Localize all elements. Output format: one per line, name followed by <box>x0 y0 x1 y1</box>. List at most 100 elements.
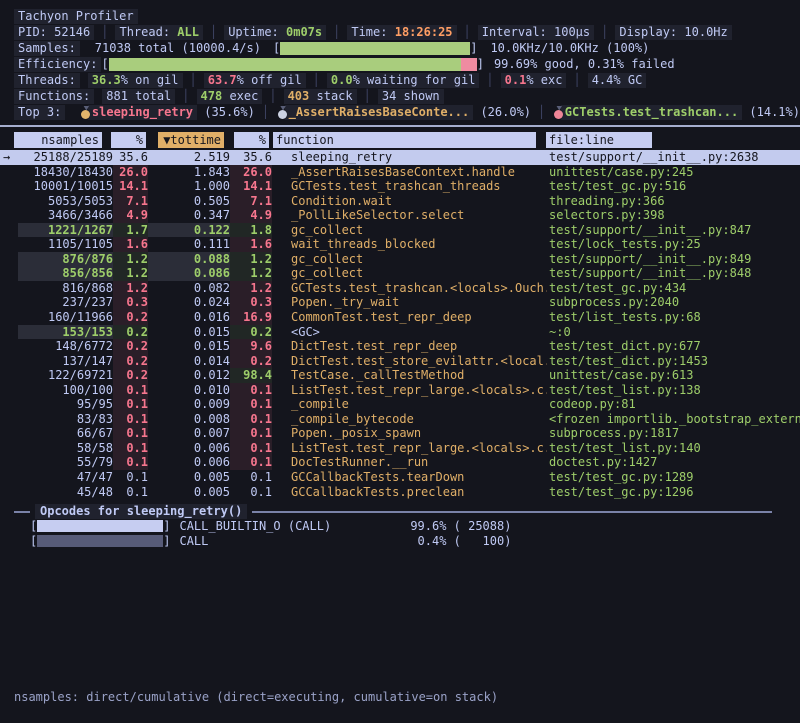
efficiency-bar-failed-fill <box>461 58 477 71</box>
cell-cumulative-percent: 0.2 <box>230 354 272 369</box>
cell-file-line: test/test_list.py:140 <box>549 441 800 456</box>
cell-direct-percent: 1.2 <box>113 266 148 281</box>
table-row[interactable]: 5053/50537.10.5057.1Condition.waitthread… <box>0 194 800 209</box>
selected-row-marker <box>0 252 18 267</box>
cell-tottime: 0.008 <box>148 412 230 427</box>
opcode-row: []CALL 0.4% ( 100) <box>0 534 800 549</box>
table-row[interactable]: 876/8761.20.0881.2gc_collecttest/support… <box>0 252 800 267</box>
table-row[interactable]: 18430/1843026.01.84326.0_AssertRaisesBas… <box>0 165 800 180</box>
selected-row-marker <box>0 194 18 209</box>
cell-nsamples: 47/47 <box>18 470 113 485</box>
cell-tottime: 0.014 <box>148 354 230 369</box>
cell-cumulative-percent: 26.0 <box>230 165 272 180</box>
selected-row-marker <box>0 383 18 398</box>
cell-cumulative-percent: 1.8 <box>230 223 272 238</box>
cell-nsamples: 816/868 <box>18 281 113 296</box>
cell-cumulative-percent: 0.3 <box>230 295 272 310</box>
selected-row-marker <box>0 223 18 238</box>
selected-row-marker <box>0 281 18 296</box>
cell-file-line: test/test_dict.py:1453 <box>549 354 800 369</box>
table-row[interactable]: 160/119660.20.01616.9CommonTest.test_rep… <box>0 310 800 325</box>
cell-direct-percent: 0.1 <box>113 441 148 456</box>
opcodes-list: []CALL_BUILTIN_O (CALL)99.6% ( 25088)[]C… <box>0 519 800 549</box>
selected-row-marker <box>0 470 18 485</box>
table-row[interactable]: 237/2370.30.0240.3Popen._try_waitsubproc… <box>0 295 800 310</box>
functions-line: Functions: 881 total│478 exec│403 stack│… <box>0 88 800 104</box>
table-row[interactable]: 83/830.10.0080.1_compile_bytecode<frozen… <box>0 412 800 427</box>
table-row[interactable]: 10001/1001514.11.00014.1GCTests.test_tra… <box>0 179 800 194</box>
cell-nsamples: 100/100 <box>18 383 113 398</box>
efficiency-bar <box>109 58 477 71</box>
table-row[interactable]: 55/790.10.0060.1DocTestRunner.__rundocte… <box>0 455 800 470</box>
cell-direct-percent: 0.2 <box>113 368 148 383</box>
cell-nsamples: 55/79 <box>18 455 113 470</box>
table-row[interactable]: 3466/34664.90.3474.9_PollLikeSelector.se… <box>0 208 800 223</box>
selected-row-marker <box>0 179 18 194</box>
cell-file-line: test/support/__init__.py:848 <box>549 266 800 281</box>
cell-function: gc_collect <box>291 252 547 267</box>
table-row[interactable]: 856/8561.20.0861.2gc_collecttest/support… <box>0 266 800 281</box>
cell-tottime: 0.015 <box>148 325 230 340</box>
table-row[interactable]: 137/1470.20.0140.2DictTest.test_store_ev… <box>0 354 800 369</box>
thread-stat: 36.3% on gil <box>88 73 183 88</box>
cell-tottime: 0.007 <box>148 426 230 441</box>
table-row[interactable]: 58/580.10.0060.1ListTest.test_repr_large… <box>0 441 800 456</box>
cell-tottime: 0.111 <box>148 237 230 252</box>
cell-tottime: 0.015 <box>148 339 230 354</box>
cell-nsamples: 1221/1267 <box>18 223 113 238</box>
top3-function-name: _AssertRaisesBaseConte... <box>285 105 474 120</box>
column-header-function[interactable]: function <box>273 132 536 148</box>
cell-tottime: 0.009 <box>148 397 230 412</box>
cell-nsamples: 58/58 <box>18 441 113 456</box>
table-row[interactable]: 816/8681.20.0821.2GCTests.test_trashcan.… <box>0 281 800 296</box>
selected-row-marker <box>0 354 18 369</box>
cell-nsamples: 83/83 <box>18 412 113 427</box>
column-header-%[interactable]: % <box>111 132 146 148</box>
cell-cumulative-percent: 9.6 <box>230 339 272 354</box>
cell-function: CommonTest.test_repr_deep <box>291 310 547 325</box>
cell-file-line: test/support/__init__.py:847 <box>549 223 800 238</box>
stat-label: Time: <box>351 25 394 39</box>
column-header-nsamples[interactable]: nsamples <box>14 132 102 148</box>
group-separator: │ <box>175 89 196 104</box>
cell-direct-percent: 1.6 <box>113 237 148 252</box>
table-row[interactable]: 45/480.10.0050.1GCCallbackTests.preclean… <box>0 485 800 500</box>
opcode-percentage: 99.6% ( 25088) <box>407 519 511 534</box>
table-row[interactable]: 95/950.10.0090.1_compilecodeop.py:81 <box>0 397 800 412</box>
cell-function: _compile <box>291 397 547 412</box>
cell-cumulative-percent: 0.1 <box>230 441 272 456</box>
cell-function: DictTest.test_repr_deep <box>291 339 547 354</box>
cell-file-line: test/test_list.py:138 <box>549 383 800 398</box>
thread-stat-suffix: % GC <box>613 73 642 87</box>
table-row[interactable]: 1221/12671.70.1221.8gc_collecttest/suppo… <box>0 223 800 238</box>
cell-cumulative-percent: 1.2 <box>230 281 272 296</box>
cell-cumulative-percent: 16.9 <box>230 310 272 325</box>
column-header-tottime[interactable]: ▼tottime <box>158 132 224 148</box>
table-row[interactable]: →25188/2518935.62.51935.6sleeping_retryt… <box>0 150 800 165</box>
table-row[interactable]: 153/1530.20.0150.2<GC>~:0 <box>0 325 800 340</box>
column-header-file-line[interactable]: file:line <box>546 132 652 148</box>
top3-percentage: (35.6%) <box>197 105 255 120</box>
selected-row-marker <box>0 368 18 383</box>
cell-file-line: subprocess.py:1817 <box>549 426 800 441</box>
threads-label: Threads: <box>14 73 80 88</box>
table-row[interactable]: 1105/11051.60.1111.6wait_threads_blocked… <box>0 237 800 252</box>
cell-function: DocTestRunner.__run <box>291 455 547 470</box>
cell-function: DictTest.test_store_evilattr.<local... <box>291 354 547 369</box>
group-separator: │ <box>326 25 347 40</box>
table-row[interactable]: 47/470.10.0050.1GCCallbackTests.tearDown… <box>0 470 800 485</box>
cell-direct-percent: 14.1 <box>113 179 148 194</box>
cell-function: Popen._try_wait <box>291 295 547 310</box>
column-header-%[interactable]: % <box>234 132 269 148</box>
thread-stat: 0.1% exc <box>501 73 567 88</box>
cell-tottime: 0.006 <box>148 441 230 456</box>
table-row[interactable]: 148/67720.20.0159.6DictTest.test_repr_de… <box>0 339 800 354</box>
bronze-medal-icon <box>554 106 556 119</box>
thread-stat: 4.4% GC <box>588 73 647 88</box>
cell-direct-percent: 0.3 <box>113 295 148 310</box>
table-row[interactable]: 66/670.10.0070.1Popen._posix_spawnsubpro… <box>0 426 800 441</box>
stat-label: PID: <box>18 25 54 39</box>
table-row[interactable]: 100/1000.10.0100.1ListTest.test_repr_lar… <box>0 383 800 398</box>
cell-direct-percent: 7.1 <box>113 194 148 209</box>
table-row[interactable]: 122/697210.20.01298.4TestCase._callTestM… <box>0 368 800 383</box>
